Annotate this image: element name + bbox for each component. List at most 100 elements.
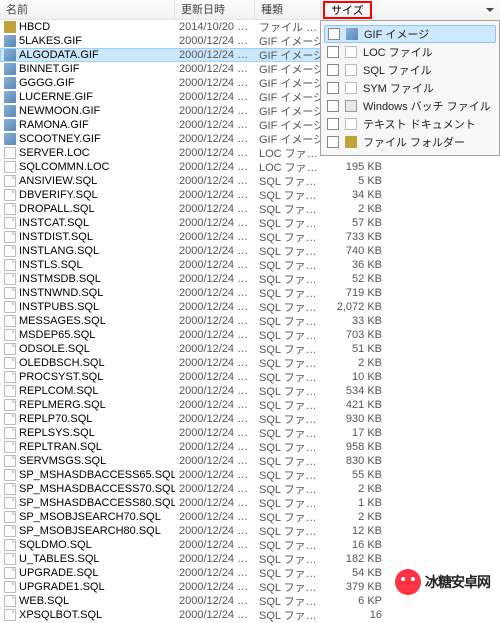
gif-icon <box>4 77 16 89</box>
gif-icon <box>4 133 16 145</box>
file-row[interactable]: INSTNWND.SQL2000/12/24 8:00SQL ファイル719 K… <box>0 286 500 300</box>
file-date: 2000/12/24 8:00 <box>175 441 255 453</box>
file-row[interactable]: SQLDMO.SQL2000/12/24 8:00SQL ファイル16 KB <box>0 538 500 552</box>
column-header-date[interactable]: 更新日時 <box>175 0 255 19</box>
file-date: 2000/12/24 8:00 <box>175 399 255 411</box>
file-row[interactable]: MSDEP65.SQL2000/12/24 8:00SQL ファイル703 KB <box>0 328 500 342</box>
file-row[interactable]: DBVERIFY.SQL2000/12/24 8:00SQL ファイル34 KB <box>0 188 500 202</box>
file-row[interactable]: WEB.SQL2000/12/24 8:00SQL ファイル6 KP <box>0 594 500 608</box>
file-row[interactable]: SP_MSHASDBACCESS80.SQL2000/12/24 8:00SQL… <box>0 496 500 510</box>
file-row[interactable]: SP_MSOBJSEARCH70.SQL2000/12/24 8:00SQL フ… <box>0 510 500 524</box>
file-row[interactable]: PROCSYST.SQL2000/12/24 8:00SQL ファイル10 KB <box>0 370 500 384</box>
sql-icon <box>4 217 16 229</box>
file-row[interactable]: DROPALL.SQL2000/12/24 8:00SQL ファイル2 KB <box>0 202 500 216</box>
file-name: HBCD <box>19 21 50 33</box>
file-name: XPSQLBOT.SQL <box>19 609 102 621</box>
filter-item[interactable]: SYM ファイル <box>321 79 499 97</box>
file-date: 2000/12/24 8:00 <box>175 385 255 397</box>
column-header-type[interactable]: 種類 <box>255 0 330 19</box>
filter-item[interactable]: LOC ファイル <box>321 43 499 61</box>
file-row[interactable]: XPSQLBOT.SQL2000/12/24 8:00SQL ファイル16 <box>0 608 500 622</box>
file-date: 2000/12/24 8:00 <box>175 91 255 103</box>
file-name: OLEDBSCH.SQL <box>19 357 105 369</box>
checkbox-icon[interactable] <box>327 46 339 58</box>
file-row[interactable]: INSTCAT.SQL2000/12/24 8:00SQL ファイル57 KB <box>0 216 500 230</box>
filter-item[interactable]: SQL ファイル <box>321 61 499 79</box>
sql-icon <box>4 567 16 579</box>
file-size: 2 KB <box>330 483 390 495</box>
file-row[interactable]: INSTLS.SQL2000/12/24 8:00SQL ファイル36 KB <box>0 258 500 272</box>
filter-item[interactable]: ファイル フォルダー <box>321 133 499 151</box>
file-name: UPGRADE1.SQL <box>19 581 105 593</box>
file-row[interactable]: SP_MSHASDBACCESS70.SQL2000/12/24 8:00SQL… <box>0 482 500 496</box>
checkbox-icon[interactable] <box>327 64 339 76</box>
file-row[interactable]: SQLCOMMN.LOC2000/12/24 8:00LOC ファイル195 K… <box>0 160 500 174</box>
file-name: PROCSYST.SQL <box>19 371 103 383</box>
file-name: GGGG.GIF <box>19 77 75 89</box>
file-row[interactable]: INSTPUBS.SQL2000/12/24 8:00SQL ファイル2,072… <box>0 300 500 314</box>
file-name: 5LAKES.GIF <box>19 35 82 47</box>
filter-header-label: サイズ <box>323 1 372 19</box>
file-name: WEB.SQL <box>19 595 69 607</box>
file-name: SP_MSHASDBACCESS65.SQL <box>19 469 175 481</box>
checkbox-icon[interactable] <box>328 28 340 40</box>
file-row[interactable]: REPLP70.SQL2000/12/24 8:00SQL ファイル930 KB <box>0 412 500 426</box>
file-size: 2 KB <box>330 203 390 215</box>
loc-icon <box>4 161 16 173</box>
file-row[interactable]: REPLMERG.SQL2000/12/24 8:00SQL ファイル421 K… <box>0 398 500 412</box>
file-row[interactable]: SERVMSGS.SQL2000/12/24 8:00SQL ファイル830 K… <box>0 454 500 468</box>
filter-header[interactable]: サイズ <box>320 0 500 20</box>
filter-item[interactable]: Windows バッチ ファイル <box>321 97 499 115</box>
file-date: 2000/12/24 8:00 <box>175 343 255 355</box>
loc-icon <box>345 46 357 58</box>
file-size: 16 KB <box>330 539 390 551</box>
file-date: 2000/12/24 8:00 <box>175 371 255 383</box>
file-row[interactable]: U_TABLES.SQL2000/12/24 8:00SQL ファイル182 K… <box>0 552 500 566</box>
file-row[interactable]: OLEDBSCH.SQL2000/12/24 8:00SQL ファイル2 KB <box>0 356 500 370</box>
watermark: 冰糖安卓网 <box>395 569 490 595</box>
txt-icon <box>345 118 357 130</box>
file-row[interactable]: SP_MSOBJSEARCH80.SQL2000/12/24 8:00SQL フ… <box>0 524 500 538</box>
checkbox-icon[interactable] <box>327 118 339 130</box>
file-name: SQLCOMMN.LOC <box>19 161 109 173</box>
file-row[interactable]: INSTDIST.SQL2000/12/24 8:00SQL ファイル733 K… <box>0 230 500 244</box>
sql-icon <box>4 231 16 243</box>
sql-icon <box>4 385 16 397</box>
file-name: SCOOTNEY.GIF <box>19 133 101 145</box>
file-name: DBVERIFY.SQL <box>19 189 98 201</box>
file-row[interactable]: INSTMSDB.SQL2000/12/24 8:00SQL ファイル52 KB <box>0 272 500 286</box>
sql-icon <box>4 287 16 299</box>
file-size: 36 KB <box>330 259 390 271</box>
file-date: 2000/12/24 8:00 <box>175 119 255 131</box>
checkbox-icon[interactable] <box>327 100 339 112</box>
file-row[interactable]: REPLTRAN.SQL2000/12/24 8:00SQL ファイル958 K… <box>0 440 500 454</box>
file-name: ALGODATA.GIF <box>19 49 99 61</box>
column-header-name[interactable]: 名前 <box>0 0 175 19</box>
filter-item[interactable]: テキスト ドキュメント <box>321 115 499 133</box>
file-row[interactable]: REPLSYS.SQL2000/12/24 8:00SQL ファイル17 KB <box>0 426 500 440</box>
file-row[interactable]: MESSAGES.SQL2000/12/24 8:00SQL ファイル33 KB <box>0 314 500 328</box>
gif-icon <box>4 105 16 117</box>
sql-icon <box>4 259 16 271</box>
checkbox-icon[interactable] <box>327 82 339 94</box>
folder-icon <box>4 21 16 33</box>
file-row[interactable]: ANSIVIEW.SQL2000/12/24 8:00SQL ファイル5 KB <box>0 174 500 188</box>
file-size: 52 KB <box>330 273 390 285</box>
file-row[interactable]: INSTLANG.SQL2000/12/24 8:00SQL ファイル740 K… <box>0 244 500 258</box>
sql-icon <box>4 469 16 481</box>
file-row[interactable]: REPLCOM.SQL2000/12/24 8:00SQL ファイル534 KB <box>0 384 500 398</box>
file-name: SP_MSOBJSEARCH70.SQL <box>19 511 161 523</box>
sql-icon <box>4 525 16 537</box>
file-row[interactable]: SP_MSHASDBACCESS65.SQL2000/12/24 8:00SQL… <box>0 468 500 482</box>
file-date: 2000/12/24 8:00 <box>175 315 255 327</box>
file-name: INSTMSDB.SQL <box>19 273 101 285</box>
file-row[interactable]: ODSOLE.SQL2000/12/24 8:00SQL ファイル51 KB <box>0 342 500 356</box>
file-size: 51 KB <box>330 343 390 355</box>
file-name: DROPALL.SQL <box>19 203 95 215</box>
checkbox-icon[interactable] <box>327 136 339 148</box>
filter-item[interactable]: GIF イメージ <box>324 25 496 43</box>
file-size: 55 KB <box>330 469 390 481</box>
file-date: 2000/12/24 8:00 <box>175 455 255 467</box>
file-size: 2 KB <box>330 357 390 369</box>
sql-icon <box>4 413 16 425</box>
